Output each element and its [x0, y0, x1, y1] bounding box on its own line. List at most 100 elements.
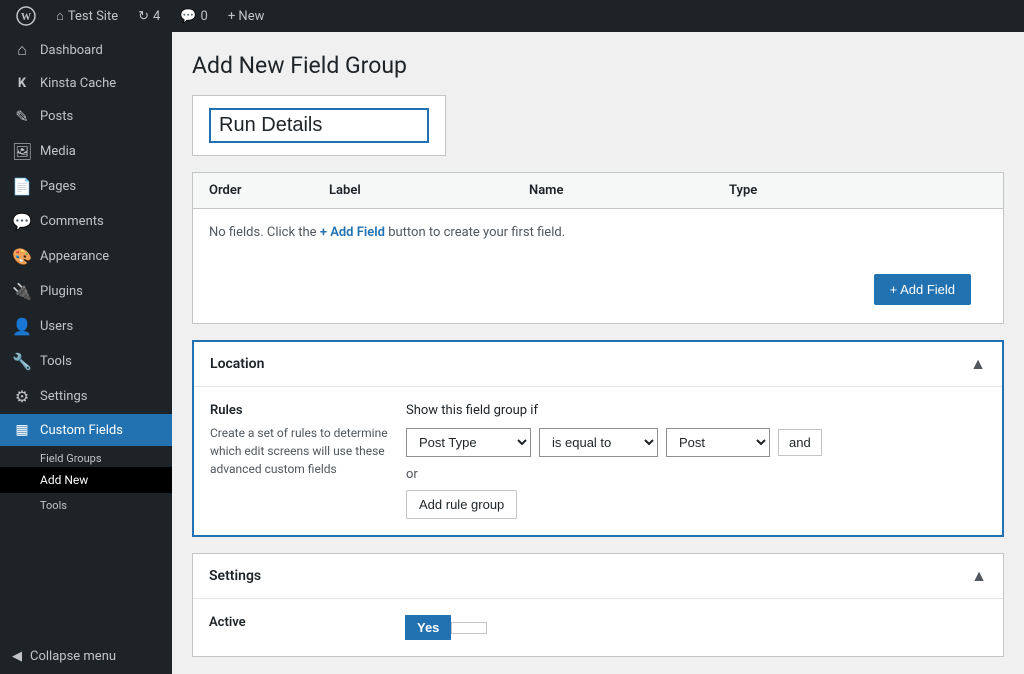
settings-title: Settings [209, 568, 261, 584]
fields-table-footer: + Add Field [193, 256, 1003, 323]
sidebar-item-pages[interactable]: 📄 Pages [0, 169, 172, 204]
col-label: Label [329, 183, 529, 198]
sidebar-label-pages: Pages [40, 179, 76, 194]
sidebar: ⌂ Dashboard K Kinsta Cache ✎ Posts 🖼 Med… [0, 32, 172, 674]
updates-count: 4 [153, 9, 160, 24]
rules-label-col: Rules Create a set of rules to determine… [210, 403, 390, 519]
sidebar-item-tools[interactable]: 🔧 Tools [0, 344, 172, 379]
add-new-label: Add New [40, 473, 88, 487]
fields-table-header: Order Label Name Type [193, 173, 1003, 209]
toggle-no-button[interactable] [451, 622, 487, 634]
sidebar-label-kinsta: Kinsta Cache [40, 76, 116, 91]
sidebar-add-new[interactable]: Add New [0, 467, 172, 493]
col-order: Order [209, 183, 329, 198]
settings-body: Active Yes [193, 599, 1003, 656]
sidebar-item-appearance[interactable]: 🎨 Appearance [0, 239, 172, 274]
tools-sub-label: Tools [40, 499, 67, 512]
settings-toggle[interactable]: ▲ [971, 566, 987, 586]
rule-field-type-select[interactable]: Post Type Page Template Post Status [406, 428, 531, 457]
location-toggle[interactable]: ▲ [970, 354, 986, 374]
add-field-inline-link[interactable]: + Add Field [320, 225, 388, 240]
or-label: or [406, 467, 986, 482]
page-title: Add New Field Group [192, 52, 1004, 79]
sidebar-item-dashboard[interactable]: ⌂ Dashboard [0, 32, 172, 68]
comments-count: 0 [201, 9, 208, 24]
settings-content: Yes [405, 615, 987, 640]
rule-row: Post Type Page Template Post Status is e… [406, 428, 986, 457]
field-group-name-box [192, 95, 446, 156]
active-toggle: Yes [405, 615, 987, 640]
site-name-item[interactable]: ⌂ Test Site [48, 0, 126, 32]
toggle-yes-button[interactable]: Yes [405, 615, 451, 640]
users-icon: 👤 [12, 317, 32, 336]
pages-icon: 📄 [12, 177, 32, 196]
sidebar-item-settings[interactable]: ⚙ Settings [0, 379, 172, 414]
sidebar-tools-sub[interactable]: Tools [0, 493, 172, 514]
sidebar-item-users[interactable]: 👤 Users [0, 309, 172, 344]
media-icon: 🖼 [12, 142, 32, 161]
settings-section: Settings ▲ Active Yes [192, 553, 1004, 657]
sidebar-label-dashboard: Dashboard [40, 43, 103, 58]
sidebar-label-plugins: Plugins [40, 284, 83, 299]
appearance-icon: 🎨 [12, 247, 32, 266]
sidebar-item-posts[interactable]: ✎ Posts [0, 99, 172, 134]
sidebar-label-posts: Posts [40, 109, 73, 124]
sidebar-label-settings: Settings [40, 389, 87, 404]
rule-and-button[interactable]: and [778, 429, 822, 456]
tools-icon: 🔧 [12, 352, 32, 371]
field-group-name-input[interactable] [209, 108, 429, 143]
collapse-label: Collapse menu [30, 649, 116, 664]
custom-fields-icon: ▦ [12, 422, 32, 438]
location-header: Location ▲ [194, 342, 1002, 387]
settings-icon: ⚙ [12, 387, 32, 406]
plugins-icon: 🔌 [12, 282, 32, 301]
sidebar-item-plugins[interactable]: 🔌 Plugins [0, 274, 172, 309]
sidebar-item-comments[interactable]: 💬 Comments [0, 204, 172, 239]
sidebar-item-custom-fields[interactable]: ▦ Custom Fields [0, 414, 172, 446]
updates-icon: ↻ [138, 9, 149, 24]
empty-message-post: button to create your first field. [388, 225, 565, 240]
sidebar-item-media[interactable]: 🖼 Media [0, 134, 172, 169]
updates-item[interactable]: ↻ 4 [130, 0, 168, 32]
sidebar-label-users: Users [40, 319, 73, 334]
app-body: ⌂ Dashboard K Kinsta Cache ✎ Posts 🖼 Med… [0, 32, 1024, 674]
fields-table-empty: No fields. Click the + Add Field button … [193, 209, 1003, 256]
add-rule-group-button[interactable]: Add rule group [406, 490, 517, 519]
col-type: Type [729, 183, 987, 198]
new-label: + New [228, 9, 265, 24]
rules-title: Rules [210, 403, 390, 418]
kinsta-icon: K [12, 76, 32, 91]
admin-bar: W ⌂ Test Site ↻ 4 💬 0 + New [0, 0, 1024, 32]
sidebar-label-custom-fields: Custom Fields [40, 423, 123, 438]
sidebar-item-kinsta[interactable]: K Kinsta Cache [0, 68, 172, 99]
sidebar-label-media: Media [40, 144, 76, 159]
location-body: Rules Create a set of rules to determine… [194, 387, 1002, 535]
col-name: Name [529, 183, 729, 198]
sidebar-label-comments: Comments [40, 214, 104, 229]
posts-icon: ✎ [12, 107, 32, 126]
new-content-item[interactable]: + New [220, 0, 273, 32]
site-name: Test Site [68, 9, 118, 24]
wp-logo-icon: W [16, 6, 36, 26]
add-field-button[interactable]: + Add Field [874, 274, 971, 305]
rules-content: Show this field group if Post Type Page … [406, 403, 986, 519]
location-section: Location ▲ Rules Create a set of rules t… [192, 340, 1004, 537]
sidebar-label-appearance: Appearance [40, 249, 109, 264]
show-if-label: Show this field group if [406, 403, 986, 418]
fields-table: Order Label Name Type No fields. Click t… [192, 172, 1004, 324]
wp-logo-item[interactable]: W [8, 0, 44, 32]
sidebar-label-tools: Tools [40, 354, 72, 369]
svg-text:W: W [21, 12, 31, 23]
field-groups-label: Field Groups [40, 452, 102, 465]
empty-message-pre: No fields. Click the [209, 225, 317, 240]
comments-item[interactable]: 💬 0 [172, 0, 216, 32]
sidebar-field-groups[interactable]: Field Groups [0, 446, 172, 467]
location-title: Location [210, 356, 264, 372]
home-icon: ⌂ [56, 8, 64, 24]
collapse-menu[interactable]: ◀ Collapse menu [0, 639, 172, 674]
rule-value-select[interactable]: Post Page Attachment [666, 428, 770, 457]
active-label: Active [209, 615, 389, 640]
comments-icon: 💬 [180, 9, 196, 24]
collapse-icon: ◀ [12, 649, 22, 664]
rule-condition-select[interactable]: is equal to is not equal to [539, 428, 658, 457]
